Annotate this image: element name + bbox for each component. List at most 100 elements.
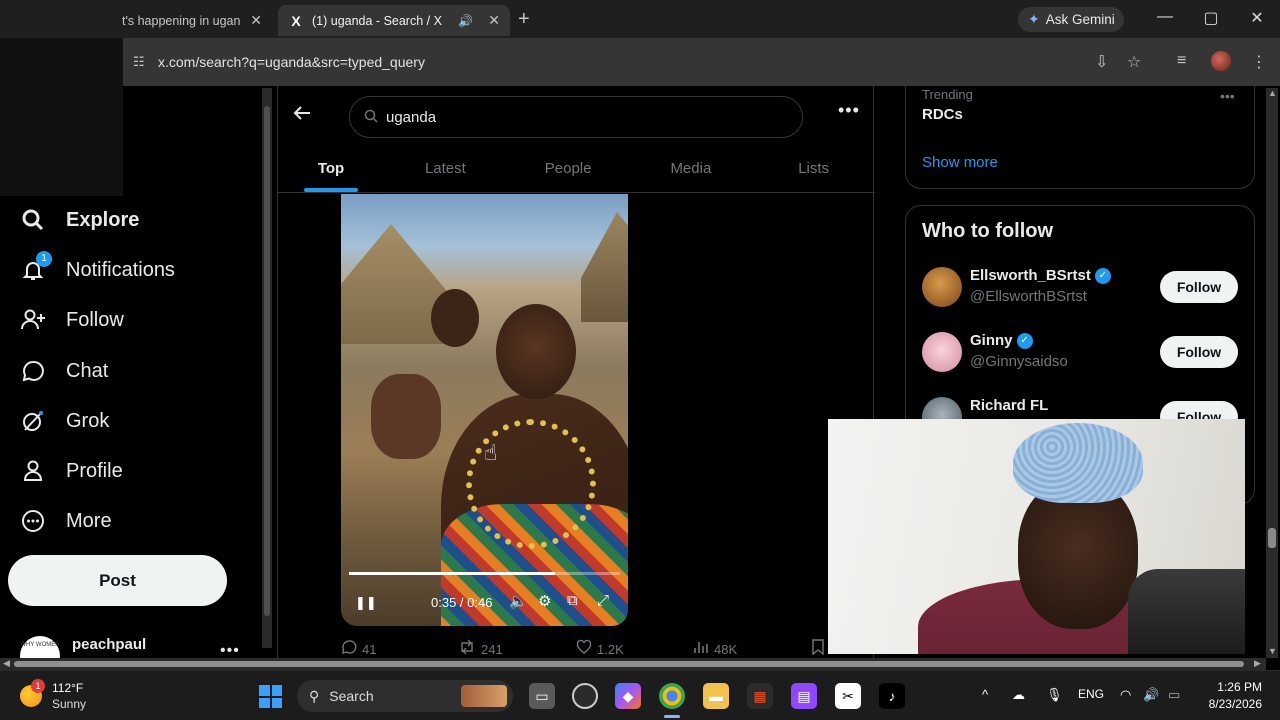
video-progress-bar[interactable] — [349, 572, 620, 575]
sidebar-scrollbar[interactable] — [262, 88, 272, 648]
tab-close-icon[interactable]: ✕ — [250, 12, 262, 29]
tab-latest[interactable]: Latest — [384, 146, 507, 192]
pip-icon[interactable]: ⧉ — [567, 592, 578, 609]
sidebar-item-notifications[interactable]: 1 Notifications — [20, 251, 175, 288]
microsoft-store-icon[interactable]: ▦ — [747, 683, 773, 709]
avatar[interactable] — [922, 267, 962, 307]
suggestion-name-row[interactable]: Richard FL — [970, 397, 1048, 414]
scrollbar-thumb[interactable] — [264, 106, 270, 616]
x-logo-icon: X — [291, 12, 301, 29]
tab-close-icon[interactable]: ✕ — [488, 12, 500, 29]
search-icon: ⚲ — [309, 687, 320, 704]
taskbar-search[interactable]: ⚲ Search — [297, 680, 513, 712]
views-button[interactable]: 48K — [693, 639, 737, 659]
trend-more-icon[interactable]: ••• — [1220, 88, 1235, 104]
media-control-icon[interactable]: ≡ — [1177, 52, 1186, 70]
analytics-icon — [693, 639, 709, 659]
minimize-button[interactable]: — — [1142, 8, 1188, 26]
follow-button[interactable]: Follow — [1160, 336, 1238, 368]
onedrive-icon[interactable]: ☁ — [1012, 687, 1025, 703]
video-player[interactable]: ❚❚ 0:35 / 0:46 🔈 ⚙ ⧉ ⤢ — [341, 194, 628, 626]
sidebar-item-profile[interactable]: Profile — [20, 453, 123, 489]
reply-button[interactable]: 41 — [341, 639, 376, 659]
volume-icon[interactable]: 🔊 — [1143, 687, 1159, 703]
capcut-icon[interactable]: ✂ — [835, 683, 861, 709]
back-arrow-icon[interactable] — [292, 103, 312, 129]
tab-lists[interactable]: Lists — [752, 146, 875, 192]
tray-overflow-icon[interactable]: ^ — [982, 687, 988, 702]
bookmark-button[interactable] — [811, 639, 825, 659]
sidebar-item-chat[interactable]: Chat — [20, 353, 108, 389]
fullscreen-icon[interactable]: ⤢ — [597, 592, 609, 609]
install-app-icon[interactable]: ⇩ — [1095, 52, 1108, 72]
scrollbar-thumb[interactable] — [14, 661, 1244, 667]
ask-gemini-button[interactable]: ✦ Ask Gemini — [1018, 7, 1124, 32]
settings-gear-icon[interactable]: ⚙ — [538, 592, 551, 610]
language-indicator[interactable]: ENG — [1078, 687, 1104, 701]
avatar[interactable] — [922, 332, 962, 372]
main-column: uganda ••• Top Latest People Media Lists… — [277, 86, 875, 660]
horizontal-scrollbar[interactable]: ◀ ▶ — [0, 658, 1266, 670]
scroll-right-icon[interactable]: ▶ — [1254, 658, 1261, 669]
pause-icon[interactable]: ❚❚ — [355, 595, 377, 611]
show-more-link[interactable]: Show more — [922, 154, 998, 171]
more-options-icon[interactable]: ••• — [838, 100, 860, 121]
close-window-button[interactable]: ✕ — [1234, 8, 1280, 28]
follow-suggestion[interactable]: Ginny ✓ @Ginnysaidso Follow — [922, 332, 1240, 378]
scroll-left-icon[interactable]: ◀ — [3, 658, 10, 669]
tiktok-icon[interactable]: ♪ — [879, 683, 905, 709]
recording-app-icon[interactable] — [572, 683, 598, 709]
profile-avatar[interactable] — [1211, 51, 1231, 71]
sidebar-item-explore[interactable]: Explore — [20, 202, 139, 238]
copilot-icon[interactable]: ◆ — [615, 683, 641, 709]
speaker-icon[interactable]: 🔊 — [458, 14, 473, 28]
windows-start-icon[interactable] — [259, 685, 282, 708]
weather-description[interactable]: Sunny — [52, 697, 86, 711]
microphone-icon[interactable]: 🎙 — [1046, 687, 1063, 703]
follow-suggestion[interactable]: Ellsworth_BSrtst ✓ @EllsworthBSrtst Foll… — [922, 267, 1240, 313]
volume-icon[interactable]: 🔈 — [509, 592, 528, 610]
heart-icon — [576, 639, 592, 659]
wifi-icon[interactable]: ◠ — [1120, 687, 1131, 703]
clock-date[interactable]: 8/23/2026 — [1196, 697, 1262, 711]
tab-top[interactable]: Top — [278, 146, 384, 192]
site-info-icon[interactable]: ☷ — [133, 54, 145, 70]
trend-name[interactable]: RDCs — [922, 106, 963, 123]
post-button[interactable]: Post — [8, 555, 227, 606]
account-username[interactable]: peachpaul — [72, 636, 146, 653]
scroll-down-icon[interactable]: ▼ — [1268, 646, 1277, 656]
video-time: 0:35 / 0:46 — [431, 595, 493, 610]
suggestion-name-row[interactable]: Ellsworth_BSrtst ✓ — [970, 267, 1111, 284]
menu-kebab-icon[interactable]: ⋮ — [1251, 52, 1267, 72]
tab-media[interactable]: Media — [630, 146, 753, 192]
browser-tab-active[interactable]: X (1) uganda - Search / X 🔊 ✕ — [278, 5, 510, 36]
sidebar-item-follow[interactable]: Follow — [20, 302, 124, 338]
sidebar-item-grok[interactable]: Grok — [20, 403, 109, 439]
like-button[interactable]: 1.2K — [576, 639, 624, 659]
maximize-button[interactable]: ▢ — [1188, 8, 1234, 28]
bookmark-star-icon[interactable]: ☆ — [1127, 52, 1141, 72]
clock-time[interactable]: 1:26 PM — [1212, 680, 1262, 694]
video-frame-figure — [431, 289, 479, 347]
new-tab-button[interactable]: + — [518, 8, 530, 31]
browser-tab-1[interactable]: t's happening in ugan ✕ — [112, 5, 272, 36]
sidebar-item-more[interactable]: More — [20, 503, 112, 539]
sidebar-item-label: Follow — [66, 308, 124, 331]
page-scrollbar[interactable]: ▲ ▼ — [1266, 88, 1278, 658]
chrome-icon[interactable] — [659, 683, 685, 709]
suggestion-name-row[interactable]: Ginny ✓ — [970, 332, 1033, 349]
scroll-up-icon[interactable]: ▲ — [1268, 88, 1277, 98]
weather-temperature[interactable]: 112°F — [52, 681, 83, 695]
tab-people[interactable]: People — [507, 146, 630, 192]
scrollbar-thumb[interactable] — [1268, 528, 1276, 548]
battery-icon[interactable]: ▭ — [1168, 687, 1180, 703]
file-explorer-icon[interactable]: ▬ — [703, 683, 729, 709]
taskbar-search-label: Search — [329, 688, 374, 704]
task-view-icon[interactable]: ▭ — [529, 683, 555, 709]
twitch-icon[interactable]: ▤ — [791, 683, 817, 709]
url-field[interactable]: x.com/search?q=uganda&src=typed_query — [158, 54, 425, 70]
repost-button[interactable]: 241 — [458, 639, 503, 659]
suggestion-name: Ellsworth_BSrtst — [970, 267, 1091, 284]
search-input[interactable]: uganda — [349, 96, 803, 138]
follow-button[interactable]: Follow — [1160, 271, 1238, 303]
